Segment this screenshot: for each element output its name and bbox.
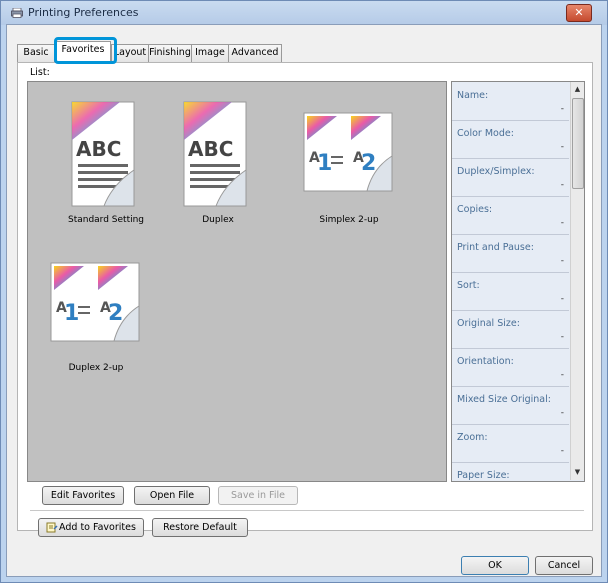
property-label: Print and Pause: [457,242,534,253]
list-item-caption: Simplex 2-up [319,215,379,225]
favorites-list[interactable]: ABC Standard Setting ABC Duplex A 1 A 2 … [27,81,447,482]
tab-image[interactable]: Image [191,44,229,62]
property-label: Orientation: [457,356,514,367]
property-value: - [560,408,564,418]
favorite-properties-panel: Name: - Color Mode: - Duplex/Simplex: - Cop… [451,81,585,482]
property-value: - [560,446,564,456]
property-label: Original Size: [457,318,520,329]
property-sort: Sort: - [452,272,569,311]
scroll-thumb[interactable] [572,98,584,189]
scroll-down-arrow-icon[interactable]: ▼ [571,465,584,480]
property-label: Paper Size: [457,470,510,481]
list-item[interactable]: A 1 A 2 Duplex 2-up [40,262,152,373]
list-item-caption: Standard Setting [67,215,145,225]
tab-finishing[interactable]: Finishing [148,44,192,62]
save-in-file-button[interactable]: Save in File [218,486,298,505]
separator [30,510,584,511]
property-print-and-pause: Print and Pause: - [452,234,569,273]
printer-icon [11,8,23,18]
tab-advanced[interactable]: Advanced [228,44,282,62]
scroll-up-arrow-icon[interactable]: ▲ [571,82,584,97]
properties-scrollbar[interactable]: ▲ ▼ [570,82,584,480]
property-label: Sort: [457,280,480,291]
add-to-favorites-label: Add to Favorites [59,522,136,533]
property-label: Zoom: [457,432,488,443]
property-label: Color Mode: [457,128,514,139]
tab-basic[interactable]: Basic [17,44,55,62]
property-value: - [560,218,564,228]
property-color-mode: Color Mode: - [452,120,569,159]
list-item[interactable]: ABC Duplex [166,100,270,230]
property-value: - [560,142,564,152]
tab-label: Advanced [231,47,279,58]
two-up-icon: A 1 A 2 [50,262,140,342]
restore-default-button[interactable]: Restore Default [152,518,248,537]
abc-page-icon: ABC [71,101,135,207]
tab-label: Finishing [149,47,191,58]
property-paper-size: Paper Size:- [452,462,569,481]
svg-text:2: 2 [361,151,376,176]
property-copies: Copies: - [452,196,569,235]
property-label: Duplex/Simplex: [457,166,535,177]
property-original-size: Original Size: - [452,310,569,349]
cancel-button[interactable]: Cancel [535,556,593,575]
property-orientation: Orientation: - [452,348,569,387]
property-value: - [560,370,564,380]
two-up-icon: A 1 A 2 [303,112,393,192]
svg-text:1: 1 [64,301,79,326]
property-value: - [560,180,564,190]
svg-text:ABC: ABC [76,137,121,161]
property-label: Name: [457,90,489,101]
svg-text:ABC: ABC [188,137,233,161]
property-label: Copies: [457,204,493,215]
add-favorite-icon [46,522,58,533]
close-button[interactable]: ✕ [566,4,592,22]
property-name: Name: - [452,82,569,121]
svg-text:1: 1 [317,151,332,176]
property-duplex-simplex: Duplex/Simplex: - [452,158,569,197]
window-title: Printing Preferences [28,6,139,19]
property-value: - [560,332,564,342]
list-item[interactable]: ABC Standard Setting [54,100,158,230]
list-item-caption: Duplex [202,215,234,225]
title-bar: Printing Preferences ✕ [1,1,607,25]
add-to-favorites-button[interactable]: Add to Favorites [38,518,144,537]
property-value: - [560,104,564,114]
property-label: Mixed Size Original: [457,394,551,405]
edit-favorites-button[interactable]: Edit Favorites [42,486,124,505]
favorites-tab-highlight [54,37,117,64]
close-icon: ✕ [574,6,584,19]
tab-label: Image [195,47,225,58]
ok-button[interactable]: OK [461,556,529,575]
property-zoom: Zoom: - [452,424,569,463]
list-item[interactable]: A 1 A 2 Simplex 2-up [293,112,405,230]
list-item-caption: Duplex 2-up [68,363,124,373]
tab-label: Layout [113,47,147,58]
svg-text:2: 2 [108,301,123,326]
open-file-button[interactable]: Open File [134,486,210,505]
tab-label: Basic [23,47,49,58]
abc-page-icon: ABC [183,101,247,207]
property-value: - [560,256,564,266]
property-value: - [560,294,564,304]
property-mixed-size-original: Mixed Size Original: - [452,386,569,425]
list-label: List: [30,67,50,78]
